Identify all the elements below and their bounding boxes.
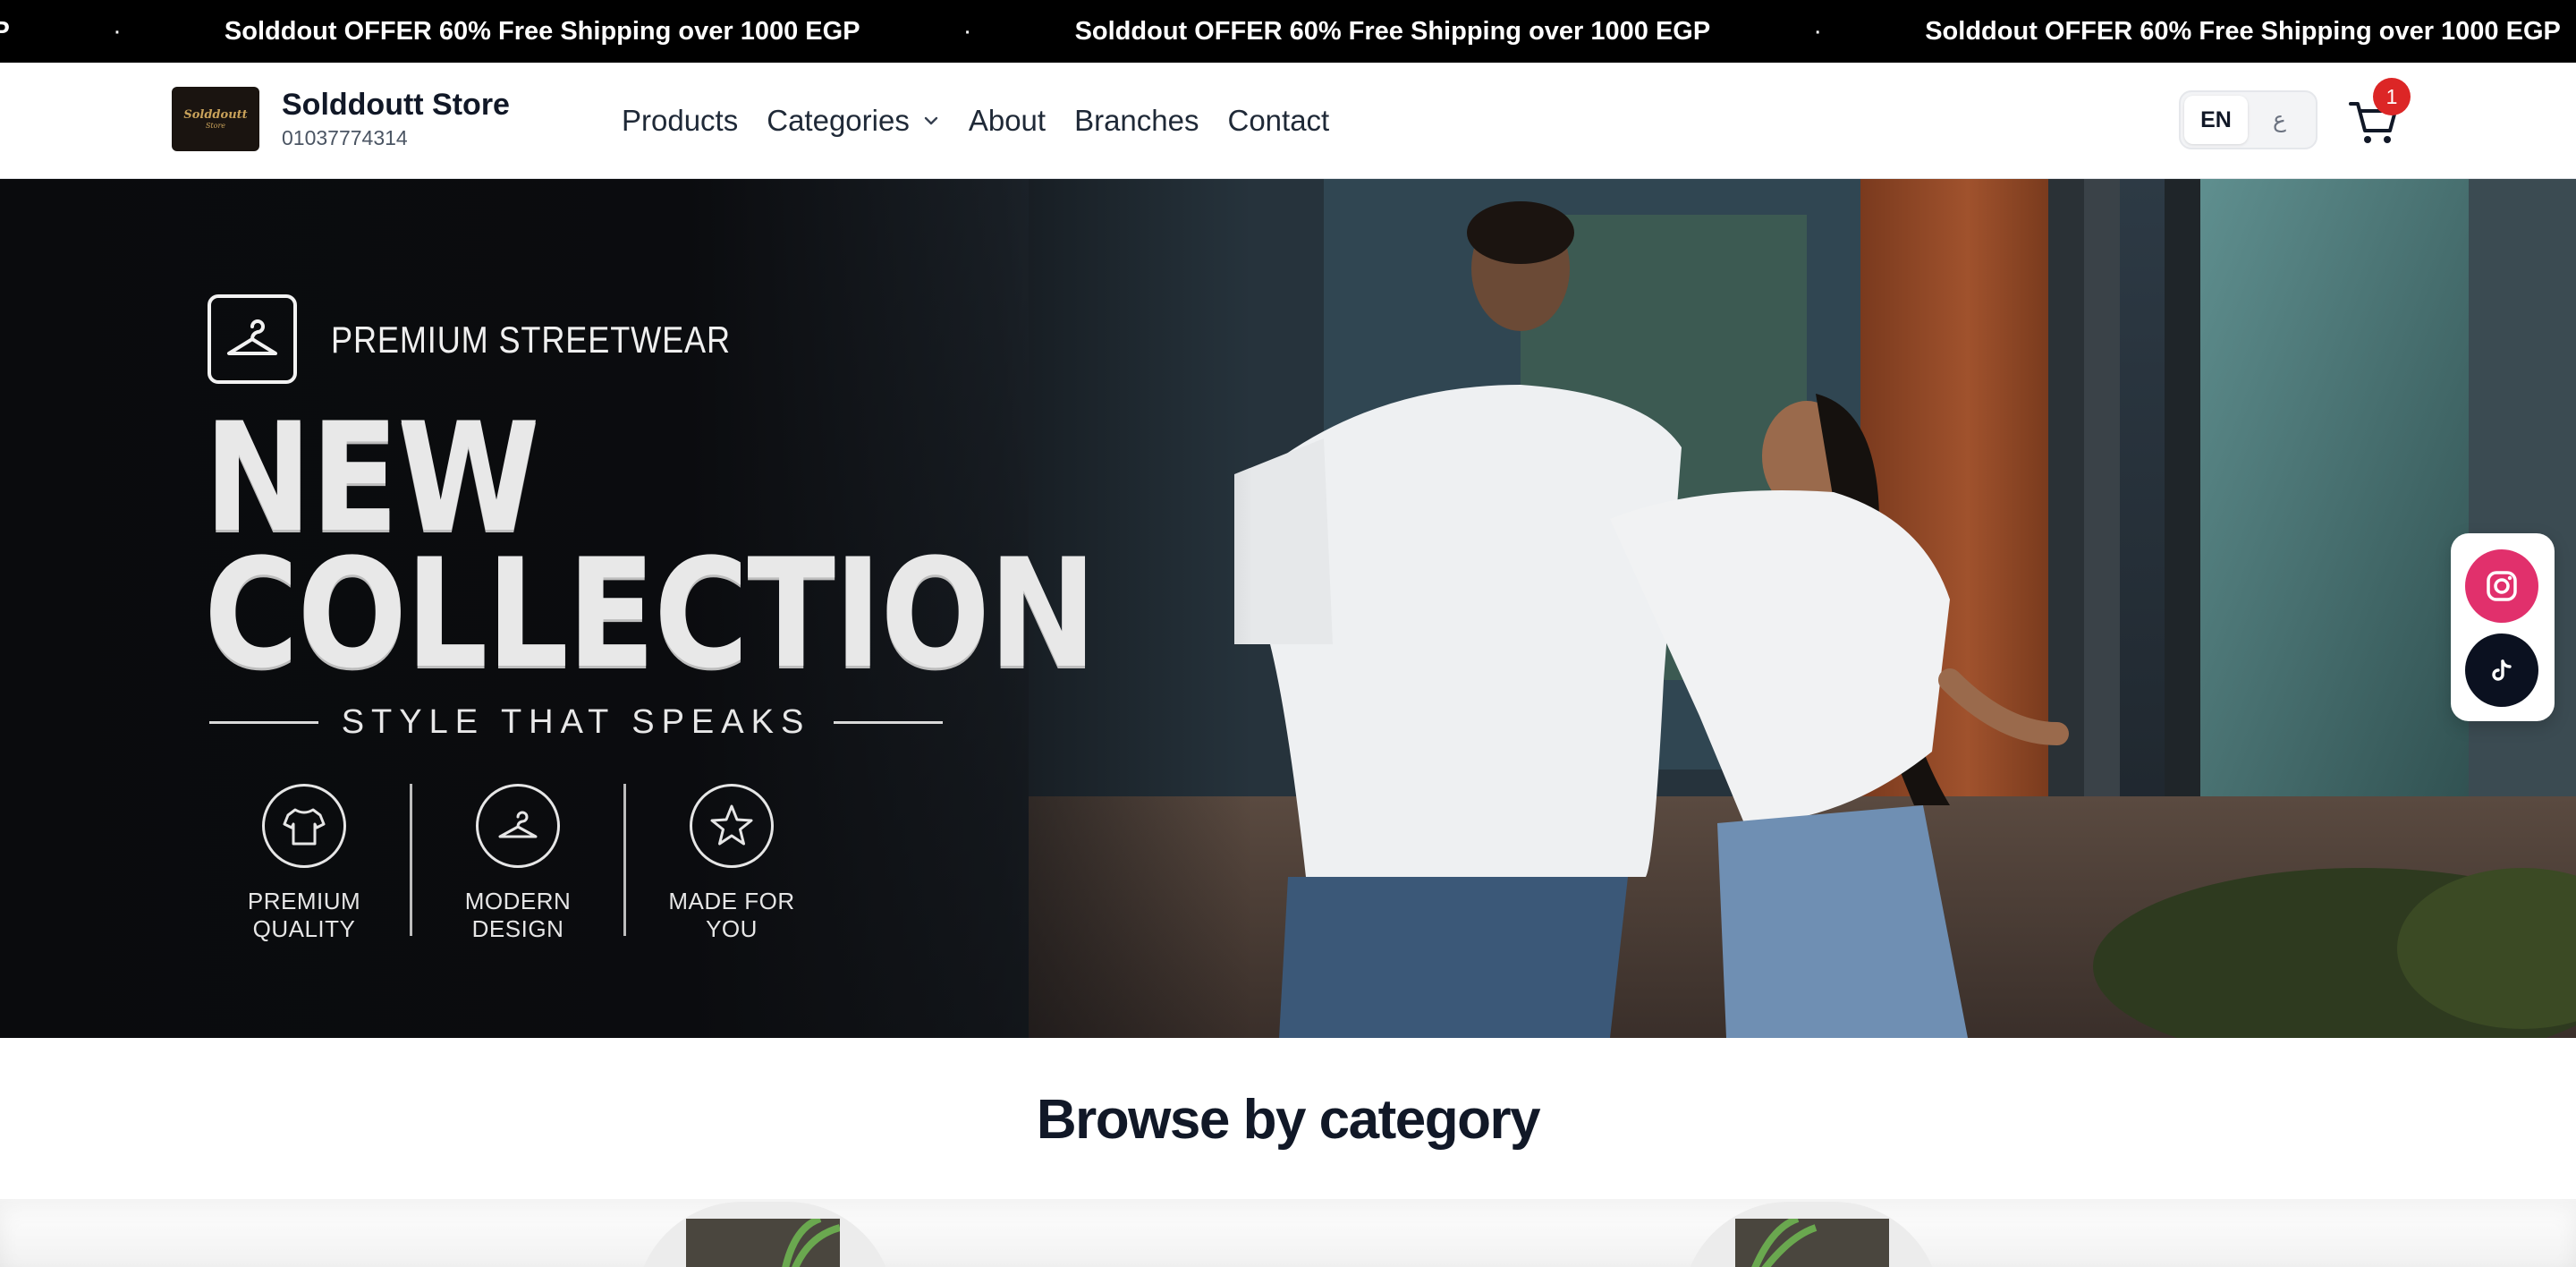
category-image — [686, 1219, 840, 1267]
tagline-rule-left — [209, 720, 318, 724]
announcement-text: Solddout OFFER 60% Free Shipping over 10… — [1925, 16, 2561, 46]
site-header: Solddoutt Store Solddoutt Store 01037774… — [0, 63, 2576, 179]
announcement-text: Solddout OFFER 60% Free Shipping over 10… — [1074, 16, 1711, 46]
nav-products[interactable]: Products — [622, 104, 738, 138]
browse-section-title: Browse by category — [1036, 1089, 1541, 1151]
category-image — [1735, 1219, 1889, 1267]
brand-text: Solddoutt Store 01037774314 — [282, 87, 510, 151]
feature-made-for-you: MADE FOR YOU — [626, 784, 837, 943]
category-carousel — [0, 1199, 2576, 1267]
hero-tagline: STYLE THAT SPEAKS — [341, 702, 811, 741]
store-name: Solddoutt Store — [282, 88, 510, 122]
star-icon — [690, 784, 774, 868]
announcement-separator: · — [113, 16, 122, 46]
hero-features: PREMIUM QUALITY MODERN DESIGN MADE FOR Y… — [199, 784, 837, 943]
nav-categories[interactable]: Categories — [767, 104, 940, 138]
hanger-badge — [208, 294, 297, 384]
hero-headline-line2: COLLECTION — [204, 526, 1097, 702]
hanger-icon — [476, 784, 560, 868]
nav-about[interactable]: About — [969, 104, 1046, 138]
announcement-text: Solddout OFFER 60% Free Shipping over 10… — [224, 16, 860, 46]
announcement-text: g over 1000 EGP — [0, 16, 10, 46]
tagline-rule-right — [834, 720, 943, 724]
feature-modern-design: MODERN DESIGN — [412, 784, 623, 943]
language-switcher: EN ع — [2179, 90, 2318, 149]
nav-contact[interactable]: Contact — [1228, 104, 1330, 138]
feature-label-line1: MODERN — [464, 888, 572, 914]
social-floating-panel — [2451, 533, 2555, 721]
announcement-bar: g over 1000 EGP · Solddout OFFER 60% Fre… — [0, 0, 2576, 63]
store-logo: Solddoutt Store — [172, 87, 259, 151]
hero-banner[interactable]: PREMIUM STREETWEAR NEW COLLECTION STYLE … — [0, 179, 2576, 1038]
logo-subtext: Store — [205, 121, 226, 130]
feature-label-line2: DESIGN — [471, 915, 564, 942]
feature-label-line1: PREMIUM — [247, 888, 361, 914]
feature-label: MODERN DESIGN — [465, 888, 572, 943]
lang-ar-button[interactable]: ع — [2248, 96, 2311, 144]
feature-label-line1: MADE FOR — [668, 888, 795, 914]
lang-en-button[interactable]: EN — [2184, 96, 2248, 144]
hero-headline: NEW COLLECTION — [204, 403, 1097, 702]
main-nav: Products Categories About Branches Conta… — [622, 100, 1358, 141]
feature-label: MADE FOR YOU — [668, 888, 794, 943]
nav-branches[interactable]: Branches — [1074, 104, 1199, 138]
feature-label-line2: QUALITY — [252, 915, 356, 942]
logo-wordmark: Solddoutt — [183, 107, 248, 122]
brand-link[interactable]: Solddoutt Store Solddoutt Store 01037774… — [172, 87, 510, 151]
feature-label: PREMIUM QUALITY — [248, 888, 360, 943]
instagram-button[interactable] — [2465, 549, 2538, 623]
hero-tagline-row: STYLE THAT SPEAKS — [209, 702, 943, 742]
hanger-icon — [227, 319, 277, 355]
announcement-separator: · — [962, 16, 972, 46]
tiktok-button[interactable] — [2465, 634, 2538, 707]
tiktok-icon — [2492, 659, 2512, 681]
announcement-separator: · — [1813, 16, 1823, 46]
instagram-icon — [2487, 571, 2517, 601]
feature-label-line2: YOU — [706, 915, 758, 942]
chevron-down-icon — [924, 116, 938, 125]
hero-kicker: PREMIUM STREETWEAR — [331, 319, 731, 361]
announcement-track: g over 1000 EGP · Solddout OFFER 60% Fre… — [0, 0, 2561, 63]
store-phone: 01037774314 — [282, 126, 408, 149]
tshirt-icon — [262, 784, 346, 868]
nav-categories-label: Categories — [767, 104, 910, 137]
cart-count-badge: 1 — [2373, 78, 2411, 115]
feature-premium-quality: PREMIUM QUALITY — [199, 784, 410, 943]
